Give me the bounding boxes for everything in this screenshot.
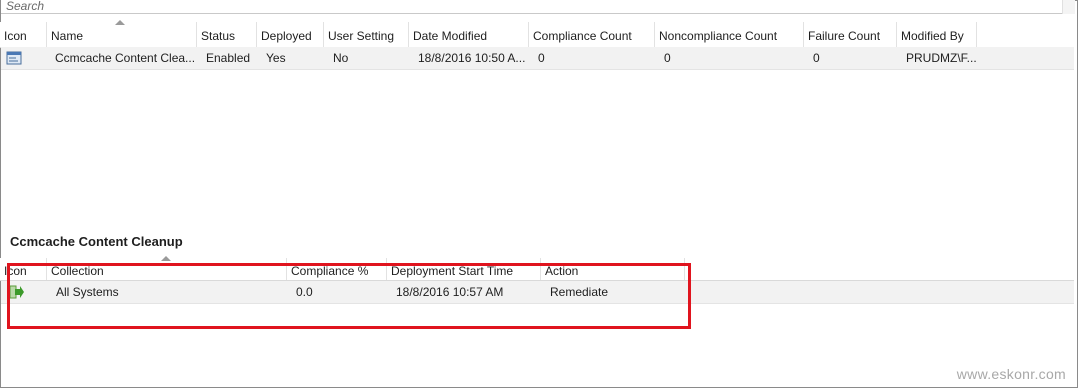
configuration-baseline-icon	[6, 51, 22, 68]
col-header-compliance-count[interactable]: Compliance Count	[529, 22, 655, 47]
watermark: www.eskonr.com	[956, 366, 1066, 382]
cell-compliance-count: 0	[538, 51, 545, 65]
cell-modified-by: PRUDMZ\F...	[906, 51, 977, 65]
col-header-name-label: Name	[51, 29, 84, 43]
search-scrollbar[interactable]	[1062, 0, 1075, 14]
cell-status: Enabled	[206, 51, 251, 65]
details-title: Ccmcache Content Cleanup	[10, 234, 183, 249]
upper-table-header: Icon Name Status Deployed User Setting D…	[0, 20, 1074, 48]
highlight-box	[7, 263, 691, 329]
sort-ascending-icon	[115, 20, 125, 25]
col-header-deployed[interactable]: Deployed	[257, 22, 324, 47]
cell-user-setting: No	[333, 51, 349, 65]
sort-ascending-icon	[161, 256, 171, 261]
col-header-modified-by[interactable]: Modified By	[897, 22, 977, 47]
col-header-noncompliance-count[interactable]: Noncompliance Count	[655, 22, 804, 47]
col-header-name[interactable]: Name	[47, 20, 197, 47]
col-header-user-setting[interactable]: User Setting	[324, 22, 409, 47]
cell-noncompliance-count: 0	[664, 51, 671, 65]
cell-name: Ccmcache Content Clea...	[55, 51, 196, 65]
cell-failure-count: 0	[813, 51, 820, 65]
col-header-date-modified[interactable]: Date Modified	[409, 22, 529, 47]
search-input[interactable]: Search	[1, 0, 1074, 14]
col-header-status[interactable]: Status	[197, 22, 257, 47]
cell-date-modified: 18/8/2016 10:50 A...	[418, 51, 526, 65]
col-header-icon[interactable]: Icon	[0, 22, 47, 47]
cell-deployed: Yes	[266, 51, 286, 65]
col-header-failure-count[interactable]: Failure Count	[804, 22, 897, 47]
table-row[interactable]: Ccmcache Content Clea... Enabled Yes No …	[1, 47, 1074, 70]
